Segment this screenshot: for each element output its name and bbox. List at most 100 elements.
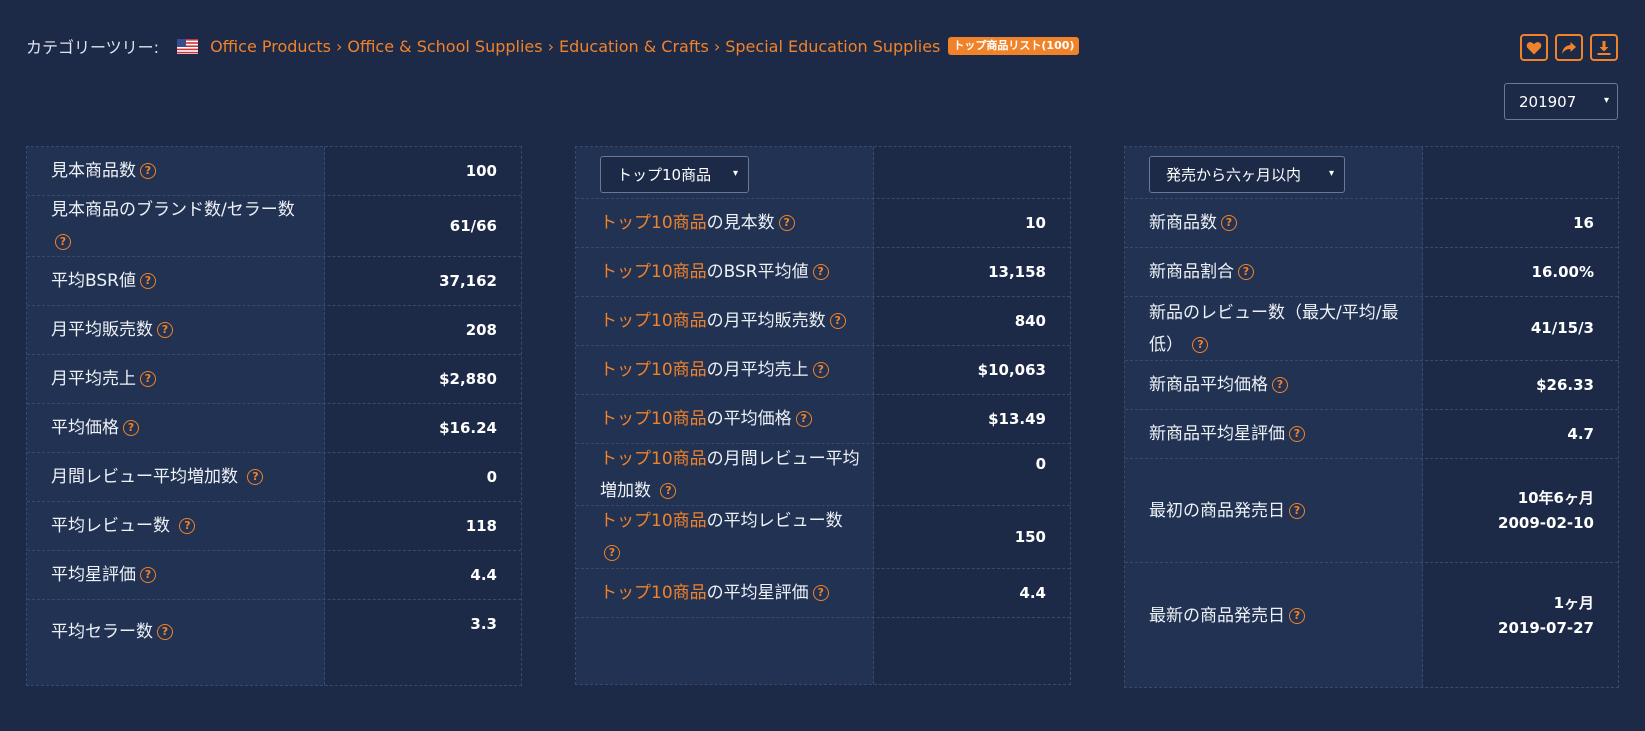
top-products-badge[interactable]: トップ商品リスト(100) [948,37,1080,55]
stat-label: 平均セラー数 [51,622,153,642]
help-icon[interactable]: ? [1238,264,1254,280]
favorite-button[interactable] [1520,34,1548,61]
stat-value: 3.3 [470,615,497,633]
stat-label: 新商品平均星評価 [1149,424,1285,444]
stat-row-review-growth: 月間レビュー平均増加数 ? 0 [27,453,521,502]
top-stat-row-sample-count: トップ10商品の見本数? 10 [576,199,1070,248]
stat-value: $26.33 [1536,375,1594,394]
new-products-select-row: 発売から六ヶ月以内 ▾ [1125,147,1618,199]
help-icon[interactable]: ? [1221,215,1237,231]
stat-value: 16.00% [1531,262,1594,281]
help-icon[interactable]: ? [55,234,71,250]
stat-value: 13,158 [988,262,1046,281]
stat-label: 新品のレビュー数（最大/平均/最低） [1149,302,1399,355]
new-stat-row-avg-price: 新商品平均価格? $26.33 [1125,361,1618,410]
breadcrumb-special-education-supplies[interactable]: Special Education Supplies [725,37,940,56]
breadcrumb-separator: › [335,36,343,56]
stat-date: 2009-02-10 [1498,513,1594,532]
help-icon[interactable]: ? [1289,608,1305,624]
stat-label: の月平均売上 [706,360,809,380]
chevron-down-icon: ▾ [1328,168,1334,179]
stat-label-prefix: トップ10商品 [600,511,707,531]
stat-row-avg-bsr: 平均BSR値? 37,162 [27,257,521,306]
help-icon[interactable]: ? [795,411,812,427]
help-icon[interactable]: ? [812,362,829,378]
download-button[interactable] [1590,34,1618,61]
share-button[interactable] [1555,34,1583,61]
help-icon[interactable]: ? [140,371,156,387]
new-stat-row-count: 新商品数? 16 [1125,199,1618,248]
help-icon[interactable]: ? [179,518,196,534]
breadcrumb-separator: › [547,36,554,56]
stat-label: 平均レビュー数 [51,516,170,536]
action-buttons [1520,34,1618,61]
month-select[interactable]: 201907 ▾ [1504,83,1618,120]
stat-label: 新商品平均価格 [1149,375,1268,395]
help-icon[interactable]: ? [140,567,156,583]
stat-label: 見本商品のブランド数/セラー数 [51,200,295,220]
help-icon[interactable]: ? [157,322,173,338]
stat-label: の平均価格 [706,409,792,429]
breadcrumb-separator: › [713,36,721,56]
help-icon[interactable]: ? [829,313,846,329]
chevron-down-icon: ▾ [1603,95,1609,106]
top-stat-row-avg-reviews: トップ10商品の平均レビュー数? 150 [576,506,1070,569]
help-icon[interactable]: ? [1289,502,1305,519]
stat-label-prefix: トップ10商品 [600,360,707,380]
stat-label-prefix: トップ10商品 [600,448,707,469]
stat-label: のBSR平均値 [706,262,809,282]
help-icon[interactable]: ? [812,264,829,280]
stat-label: 月平均売上 [51,369,136,389]
top-products-select[interactable]: トップ10商品 ▾ [600,156,749,193]
stat-value: 61/66 [449,216,497,235]
help-icon[interactable]: ? [812,585,829,601]
stat-label: 平均価格 [51,418,119,438]
top-products-select-value: トップ10商品 [617,166,712,184]
stat-row-avg-rating: 平均星評価? 4.4 [27,551,521,600]
stat-label: 最初の商品発売日 [1149,500,1285,521]
help-icon[interactable]: ? [139,273,156,289]
stat-value: 0 [1035,455,1046,473]
stat-label-prefix: トップ10商品 [600,213,707,233]
top-stat-row-review-growth: トップ10商品の月間レビュー平均増加数 ? 0 [576,444,1070,506]
stat-label: の平均レビュー数 [706,511,843,531]
new-stat-row-ratio: 新商品割合? 16.00% [1125,248,1618,297]
breadcrumb-education-crafts[interactable]: Education & Crafts [559,37,709,56]
new-stat-row-avg-rating: 新商品平均星評価? 4.7 [1125,410,1618,459]
top-products-select-row: トップ10商品 ▾ [576,147,1070,199]
stat-row-avg-reviews: 平均レビュー数 ? 118 [27,502,521,551]
stat-row-sample-count: 見本商品数? 100 [27,147,521,196]
stat-label: 見本商品数 [51,161,136,181]
breadcrumb-office-products[interactable]: Office Products [210,37,331,56]
stat-label-prefix: トップ10商品 [600,583,707,603]
stat-date: 2019-07-27 [1498,619,1594,637]
help-icon[interactable]: ? [778,215,795,231]
help-icon[interactable]: ? [157,624,173,640]
us-flag-icon [177,38,199,54]
stat-value: $10,063 [977,360,1046,379]
stat-value: 16 [1573,213,1594,232]
stat-label-prefix: トップ10商品 [600,311,707,331]
breadcrumb-office-school-supplies[interactable]: Office & School Supplies [347,37,542,56]
new-products-panel: 発売から六ヶ月以内 ▾ 新商品数? 16 新商品割合? 16.00% 新品のレビ… [1124,146,1619,688]
stat-label-prefix: トップ10商品 [600,409,707,429]
stat-row-monthly-sales: 月平均販売数? 208 [27,306,521,355]
help-icon[interactable]: ? [1289,426,1305,442]
stat-value: $2,880 [439,369,497,388]
stat-label: の月平均販売数 [706,311,826,331]
stat-value: 4.4 [470,565,497,584]
help-icon[interactable]: ? [604,545,620,561]
stat-value: 840 [1014,311,1046,330]
stat-value: 208 [465,320,497,339]
help-icon[interactable]: ? [1272,377,1288,393]
new-stat-row-reviews: 新品のレビュー数（最大/平均/最低） ? 41/15/3 [1125,297,1618,361]
category-tree-label: カテゴリーツリー: [26,38,160,57]
help-icon[interactable]: ? [660,482,677,499]
new-stat-row-first-release: 最初の商品発売日? 10年6ヶ月 2009-02-10 [1125,459,1618,563]
help-icon[interactable]: ? [140,163,156,179]
new-products-period-select[interactable]: 発売から六ヶ月以内 ▾ [1149,156,1345,193]
help-icon[interactable]: ? [1192,336,1209,353]
stat-value: 100 [465,161,497,180]
help-icon[interactable]: ? [123,420,139,436]
help-icon[interactable]: ? [247,469,264,485]
